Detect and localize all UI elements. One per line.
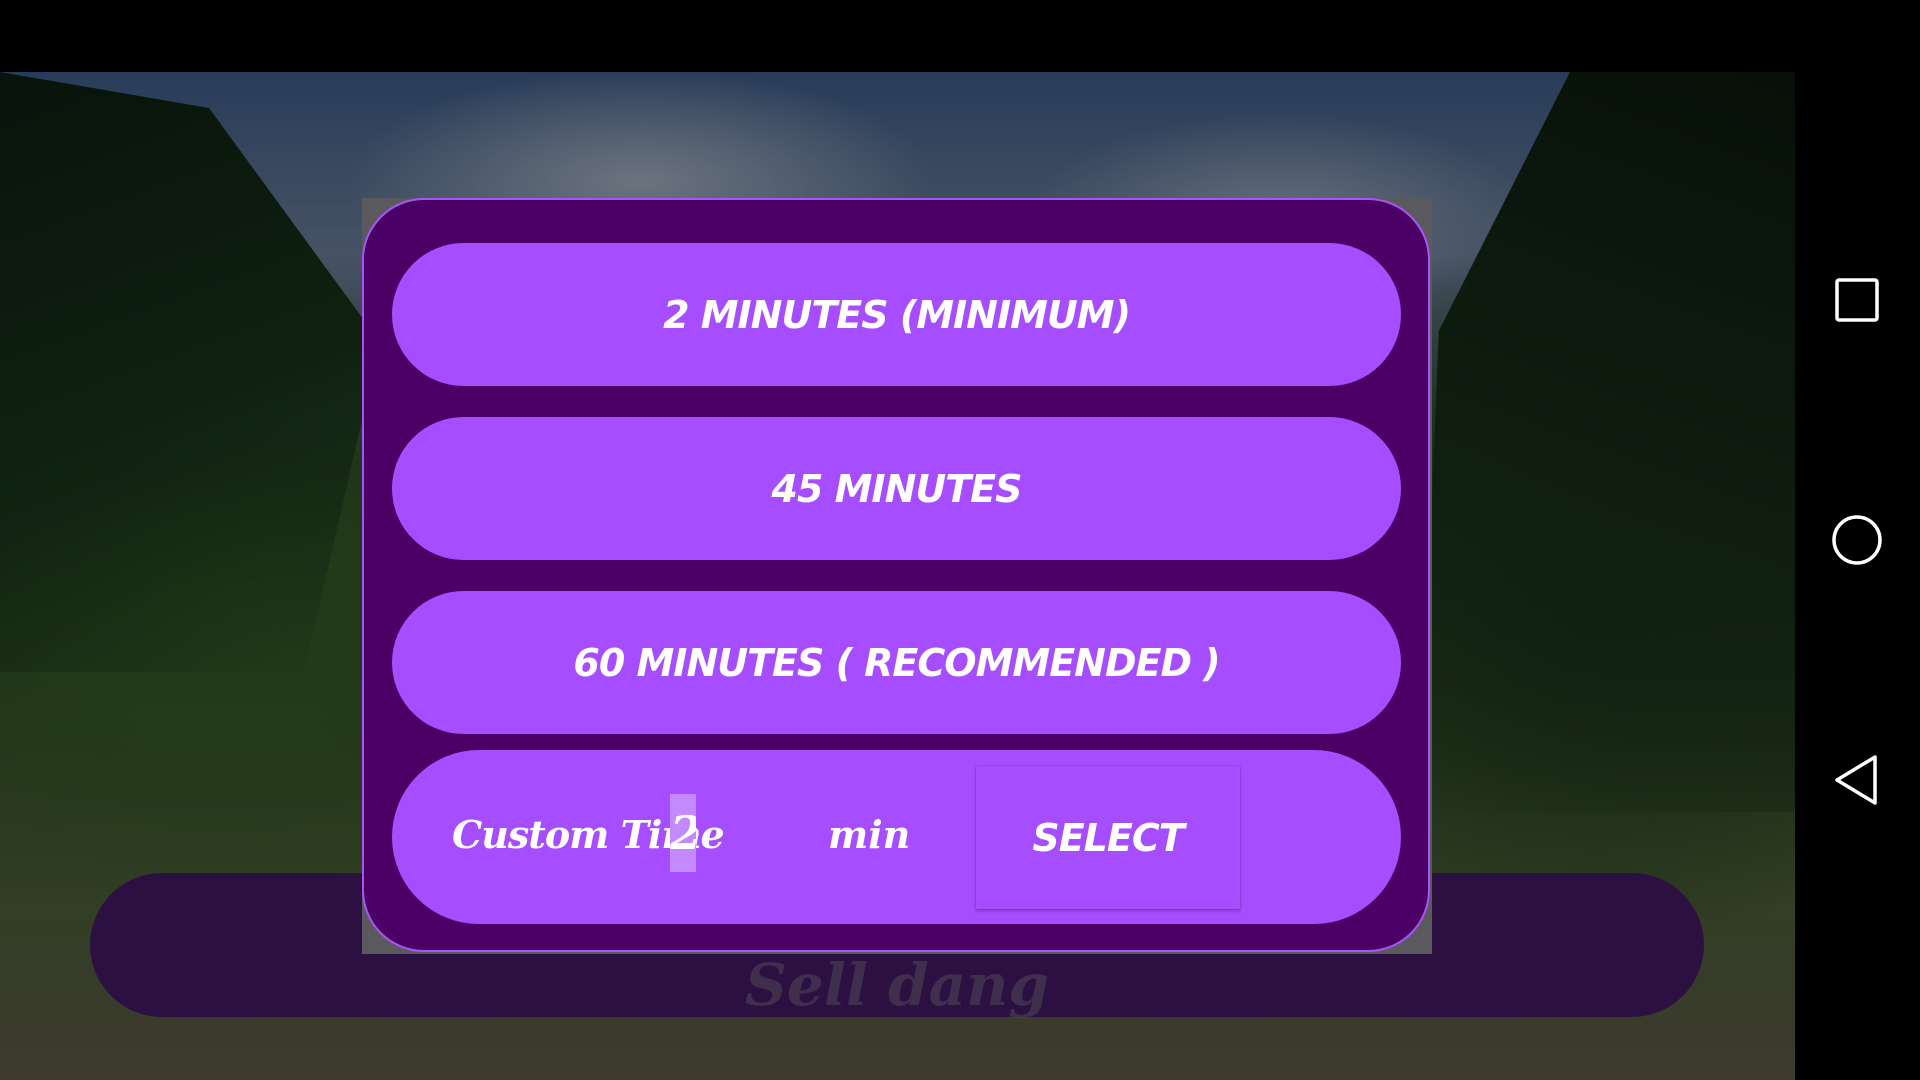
home-button[interactable] bbox=[1827, 510, 1887, 570]
recent-apps-icon bbox=[1835, 278, 1879, 322]
option-45-minutes-button[interactable]: 45 MINUTES bbox=[392, 417, 1401, 560]
custom-time-input[interactable] bbox=[670, 794, 696, 872]
back-icon bbox=[1835, 755, 1877, 805]
home-icon bbox=[1832, 515, 1882, 565]
custom-time-unit: min bbox=[828, 812, 911, 857]
recent-apps-button[interactable] bbox=[1827, 270, 1887, 330]
select-button[interactable]: SELECT bbox=[976, 766, 1240, 909]
back-button[interactable] bbox=[1827, 750, 1887, 810]
navigation-bar bbox=[1795, 0, 1920, 1080]
option-60-minutes-button[interactable]: 60 MINUTES ( RECOMMENDED ) bbox=[392, 591, 1401, 734]
custom-time-row: Custom Time min SELECT bbox=[392, 750, 1401, 924]
status-bar bbox=[0, 0, 1795, 72]
option-2-minutes-button[interactable]: 2 MINUTES (MINIMUM) bbox=[392, 243, 1401, 386]
